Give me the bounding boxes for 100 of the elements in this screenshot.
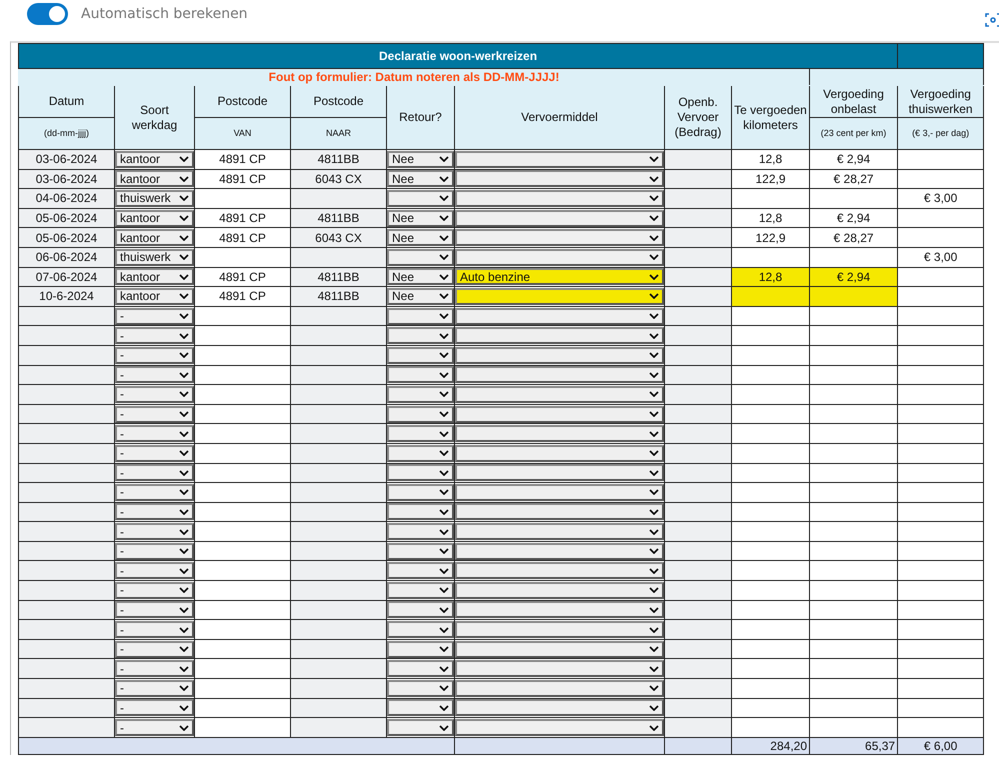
workday-dropdown[interactable]: - [116,660,194,678]
workday-dropdown[interactable]: kantoor [116,288,194,305]
toggle-switch[interactable] [27,2,68,24]
workday-dropdown[interactable]: - [116,464,194,482]
workday-dropdown[interactable]: - [116,308,194,325]
workday-dropdown[interactable]: - [116,523,194,540]
return-dropdown[interactable] [388,248,454,266]
return-dropdown[interactable] [388,425,454,442]
transport-dropdown[interactable]: Auto benzine [456,268,664,286]
workday-dropdown[interactable]: - [116,346,194,364]
workday-dropdown[interactable]: - [116,640,194,658]
transport-dropdown[interactable] [456,425,664,442]
return-dropdown[interactable] [388,582,454,599]
return-dropdown[interactable] [388,660,454,678]
return-dropdown[interactable] [388,406,454,423]
workday-dropdown[interactable]: - [116,386,194,403]
transport-dropdown[interactable] [456,210,664,227]
transport-dropdown[interactable] [456,699,664,716]
transport-dropdown[interactable] [456,346,664,364]
transport-dropdown[interactable] [456,386,664,403]
transport-dropdown[interactable] [456,562,664,580]
column-subheader: VAN [194,118,290,150]
caret-icon [179,176,189,182]
transport-dropdown[interactable] [456,621,664,638]
workday-dropdown[interactable]: thuiswerk [116,190,194,207]
transport-dropdown[interactable] [456,484,664,501]
workday-dropdown[interactable]: - [116,366,194,384]
transport-dropdown[interactable] [456,503,664,520]
transport-dropdown[interactable] [456,680,664,697]
transport-dropdown[interactable] [456,464,664,482]
return-dropdown[interactable] [388,542,454,560]
return-dropdown[interactable] [388,562,454,580]
transport-dropdown[interactable] [456,170,664,188]
workday-dropdown[interactable]: kantoor [116,210,194,227]
workday-dropdown[interactable]: - [116,601,194,618]
return-dropdown[interactable] [388,601,454,618]
return-dropdown[interactable]: Nee [388,170,454,188]
transport-dropdown[interactable] [456,719,664,736]
transport-dropdown[interactable] [456,288,664,305]
return-dropdown[interactable]: Nee [388,229,454,246]
workday-dropdown[interactable]: - [116,719,194,736]
return-dropdown[interactable] [388,386,454,403]
workday-dropdown[interactable]: kantoor [116,150,194,168]
workday-dropdown[interactable]: - [116,562,194,580]
workday-dropdown[interactable]: - [116,406,194,423]
transport-dropdown[interactable] [456,582,664,599]
caret-icon [179,568,189,574]
return-dropdown[interactable] [388,523,454,540]
transport-dropdown[interactable] [456,190,664,207]
workday-dropdown[interactable]: - [116,542,194,560]
transport-dropdown[interactable] [456,542,664,560]
date-cell: 03-06-2024 [18,169,114,189]
return-dropdown[interactable] [388,327,454,344]
workday-dropdown[interactable]: - [116,327,194,344]
workday-dropdown[interactable]: kantoor [116,268,194,286]
workday-dropdown[interactable]: - [116,425,194,442]
return-dropdown[interactable] [388,464,454,482]
column-header: Vervoermiddel [454,86,664,150]
transport-dropdown[interactable] [456,523,664,540]
workday-dropdown[interactable]: - [116,621,194,638]
return-dropdown[interactable] [388,444,454,462]
workday-dropdown[interactable]: - [116,503,194,520]
return-dropdown[interactable] [388,719,454,736]
caret-icon [439,430,449,437]
workday-dropdown[interactable]: - [116,582,194,599]
workday-dropdown[interactable]: thuiswerk [116,248,194,266]
workday-dropdown[interactable]: - [116,699,194,716]
return-dropdown[interactable] [388,699,454,716]
return-dropdown[interactable] [388,640,454,658]
return-dropdown[interactable]: Nee [388,268,454,286]
return-dropdown[interactable]: Nee [388,210,454,227]
return-dropdown[interactable] [388,308,454,325]
return-dropdown[interactable] [388,484,454,501]
transport-dropdown[interactable] [456,406,664,423]
transport-dropdown[interactable] [456,327,664,344]
workday-dropdown[interactable]: - [116,444,194,462]
transport-dropdown[interactable] [456,150,664,168]
return-dropdown[interactable] [388,680,454,697]
transport-dropdown[interactable] [456,444,664,462]
caret-icon [649,391,659,398]
return-dropdown[interactable] [388,190,454,207]
workday-dropdown[interactable]: - [116,484,194,501]
transport-dropdown[interactable] [456,229,664,246]
transport-dropdown[interactable] [456,366,664,384]
workday-dropdown[interactable]: kantoor [116,170,194,188]
focus-icon[interactable] [985,12,999,28]
return-dropdown[interactable]: Nee [388,288,454,305]
return-dropdown[interactable] [388,366,454,384]
workday-dropdown[interactable]: kantoor [116,229,194,246]
transport-dropdown[interactable] [456,640,664,658]
transport-dropdown[interactable] [456,601,664,618]
return-dropdown[interactable] [388,621,454,638]
table-cell: 4811BB [290,208,386,228]
return-dropdown[interactable] [388,346,454,364]
transport-dropdown[interactable] [456,248,664,266]
return-dropdown[interactable] [388,503,454,520]
return-dropdown[interactable]: Nee [388,150,454,168]
transport-dropdown[interactable] [456,660,664,678]
workday-dropdown[interactable]: - [116,680,194,697]
transport-dropdown[interactable] [456,308,664,325]
